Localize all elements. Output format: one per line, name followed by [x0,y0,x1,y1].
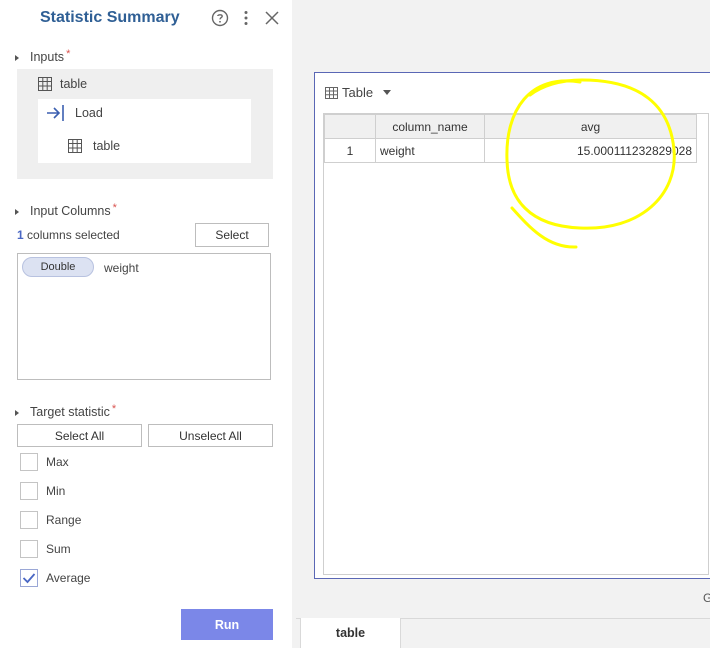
run-button[interactable]: Run [181,609,273,640]
unselect-all-button[interactable]: Unselect All [148,424,273,447]
inputs-section-label: Inputs * [30,48,71,64]
column-type-chip: Double [22,257,94,277]
input-columns-section-label: Input Columns * [30,202,117,218]
target-statistic-section-label: Target statistic * [30,403,117,419]
statistic-option-range[interactable]: Range [20,511,81,529]
statistic-option-average[interactable]: Average [20,569,90,587]
selected-columns-list: Double weight [17,253,271,380]
column-name: weight [104,261,139,275]
load-node[interactable]: Load [46,104,103,122]
checkbox[interactable] [20,540,38,558]
view-type-dropdown[interactable]: Table [325,85,392,100]
load-label: Load [75,106,103,120]
input-table-node[interactable]: table [38,77,87,91]
panel-header: Statistic Summary [0,0,292,40]
checkbox[interactable] [20,511,38,529]
load-table-label: table [93,139,121,153]
result-table-card: Table column_name avg 1 weight 15.000111… [314,72,710,579]
more-options-icon[interactable] [236,8,256,28]
option-label: Average [46,571,91,585]
table-row: 1 weight 15.000111232829028 [324,138,697,163]
select-all-button[interactable]: Select All [17,424,142,447]
checkbox[interactable] [20,482,38,500]
panel-title: Statistic Summary [40,9,180,26]
caret-right-icon[interactable] [13,54,21,62]
load-arrow-icon [47,105,64,121]
table-icon [68,139,82,153]
statistic-option-min[interactable]: Min [20,482,65,500]
columns-selected-count: 1 columns selected [17,228,120,242]
load-table-node[interactable]: table [68,139,120,153]
table-header-row: column_name avg [324,114,697,139]
view-type-label: Table [342,85,374,100]
table-cell[interactable]: 15.000111232829028 [484,138,697,163]
checkbox[interactable] [20,453,38,471]
input-table-label: table [60,77,88,91]
option-label: Sum [46,542,71,556]
tab-table[interactable]: table [300,618,401,648]
data-grid: column_name avg 1 weight 15.000111232829… [323,113,709,575]
caret-right-icon[interactable] [13,208,21,216]
option-label: Max [46,455,69,469]
checkbox-checked[interactable] [20,569,38,587]
close-icon[interactable] [262,8,282,28]
table-icon [325,86,338,99]
option-label: Min [46,484,66,498]
result-table: column_name avg 1 weight 15.000111232829… [324,114,697,163]
table-icon [38,77,52,91]
select-columns-button[interactable]: Select [195,223,269,247]
truncated-label: G [703,591,710,605]
result-tab-bar: table [296,618,710,648]
help-icon[interactable] [210,8,230,28]
row-number-cell[interactable]: 1 [324,138,376,163]
checkmark-icon [22,573,36,584]
column-header[interactable]: avg [484,114,697,139]
caret-right-icon[interactable] [13,409,21,417]
statistic-option-max[interactable]: Max [20,453,69,471]
option-label: Range [46,513,82,527]
row-number-header[interactable] [324,114,376,139]
statistic-summary-panel: Statistic Summary Inputs * table Load tab… [0,0,292,648]
statistic-option-sum[interactable]: Sum [20,540,71,558]
column-header[interactable]: column_name [375,114,485,139]
table-cell[interactable]: weight [375,138,485,163]
caret-down-icon [383,90,392,95]
